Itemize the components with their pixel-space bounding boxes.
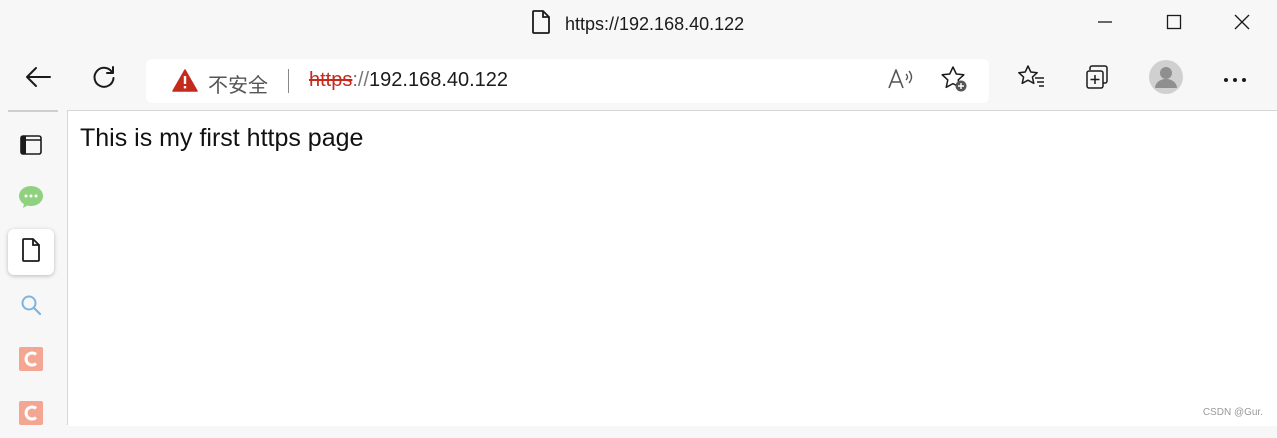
add-favorite-button[interactable] <box>939 65 969 98</box>
profile-button[interactable] <box>1143 56 1189 102</box>
document-icon <box>531 9 551 39</box>
search-icon <box>20 294 42 321</box>
read-aloud-button[interactable] <box>886 66 916 96</box>
url-host: 192.168.40.122 <box>369 69 509 91</box>
window-title-group: https://192.168.40.122 <box>531 9 745 39</box>
more-button[interactable] <box>1212 56 1258 102</box>
address-divider <box>288 69 289 93</box>
maximize-icon <box>1166 14 1182 35</box>
url-slashes: :// <box>352 69 370 91</box>
refresh-icon <box>91 64 117 95</box>
back-arrow-icon <box>24 65 52 94</box>
more-icon <box>1223 70 1247 88</box>
sidebar-item-csdn-2[interactable] <box>8 392 54 438</box>
sidebar-item-search[interactable] <box>8 284 54 330</box>
sidebar-item-page[interactable] <box>8 229 54 275</box>
close-icon <box>1234 14 1250 35</box>
collections-icon <box>1084 63 1112 96</box>
window-title: https://192.168.40.122 <box>565 13 745 34</box>
tab-actions-icon <box>19 133 43 162</box>
page-content: This is my first https page CSDN @Gur. <box>68 110 1277 426</box>
url-scheme: https <box>309 69 353 91</box>
page-text: This is my first https page <box>80 124 364 152</box>
sidebar <box>0 110 68 425</box>
add-favorite-icon <box>940 65 968 98</box>
minimize-button[interactable] <box>1070 0 1140 48</box>
maximize-button[interactable] <box>1139 0 1209 48</box>
sidebar-item-csdn[interactable] <box>8 338 54 384</box>
security-label[interactable]: 不安全 <box>208 69 268 98</box>
title-bar: https://192.168.40.122 <box>0 0 1277 48</box>
sidebar-item-wechat[interactable] <box>8 176 54 222</box>
read-aloud-icon <box>887 66 915 97</box>
address-bar[interactable]: 不安全 https://192.168.40.122 <box>146 59 989 103</box>
favorites-icon <box>1017 64 1045 95</box>
tab-actions-button[interactable] <box>8 124 54 170</box>
sidebar-divider <box>8 110 58 112</box>
refresh-button[interactable] <box>81 56 127 102</box>
browser-toolbar: 不安全 https://192.168.40.122 <box>0 48 1277 110</box>
watermark: CSDN @Gur. <box>1202 407 1263 418</box>
back-button[interactable] <box>15 56 61 102</box>
profile-avatar-icon <box>1149 59 1183 99</box>
close-window-button[interactable] <box>1207 0 1277 48</box>
url-text[interactable]: https://192.168.40.122 <box>309 69 508 92</box>
page-icon <box>21 237 41 267</box>
csdn-icon <box>19 346 43 376</box>
warning-icon[interactable] <box>172 69 198 97</box>
csdn-icon <box>19 400 43 430</box>
wechat-icon <box>18 185 44 214</box>
collections-button[interactable] <box>1075 56 1121 102</box>
minimize-icon <box>1097 14 1113 35</box>
favorites-button[interactable] <box>1008 56 1054 102</box>
